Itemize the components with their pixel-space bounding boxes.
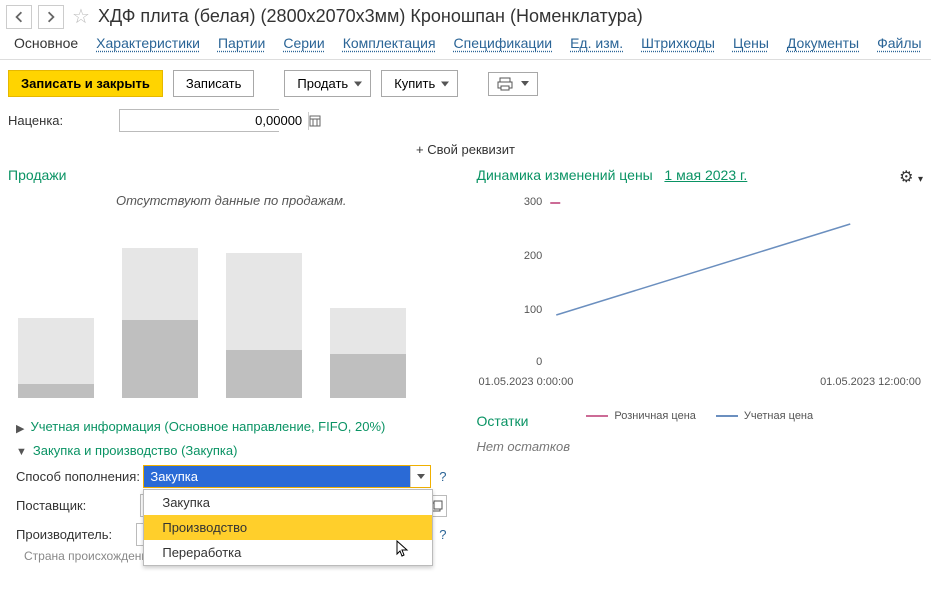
sell-button[interactable]: Продать bbox=[284, 70, 371, 97]
tab-units[interactable]: Ед. изм. bbox=[570, 35, 623, 51]
tab-kit[interactable]: Комплектация bbox=[343, 35, 436, 51]
legend-account: Учетная цена bbox=[744, 410, 813, 422]
tab-spec[interactable]: Спецификации bbox=[454, 35, 553, 51]
add-custom-field-link[interactable]: Свой реквизит bbox=[0, 136, 931, 163]
tab-prices[interactable]: Цены bbox=[733, 35, 769, 51]
markup-input[interactable] bbox=[120, 110, 308, 131]
svg-text:0: 0 bbox=[536, 356, 542, 368]
tabs-bar: Основное Характеристики Партии Серии Ком… bbox=[0, 35, 931, 60]
nav-back-button[interactable] bbox=[6, 5, 32, 29]
page-title: ХДФ плита (белая) (2800х2070х3мм) Кронош… bbox=[98, 6, 643, 27]
chevron-down-icon: ▼ bbox=[16, 446, 27, 458]
price-chart-title: Динамика изменений цены bbox=[477, 167, 653, 183]
svg-text:100: 100 bbox=[523, 304, 541, 316]
replenish-dropdown-list: Закупка Производство Переработка bbox=[143, 489, 433, 566]
printer-icon bbox=[497, 77, 513, 91]
price-chart-date-link[interactable]: 1 мая 2023 г. bbox=[664, 167, 747, 183]
tab-batches[interactable]: Партии bbox=[218, 35, 265, 51]
arrow-right-icon bbox=[45, 11, 57, 23]
chart-settings-button[interactable]: ⚙ ▾ bbox=[899, 167, 923, 187]
replenish-label: Способ пополнения: bbox=[16, 469, 143, 484]
buy-button[interactable]: Купить bbox=[381, 70, 458, 97]
legend-retail: Розничная цена bbox=[614, 410, 696, 422]
svg-text:300: 300 bbox=[523, 196, 541, 208]
sales-empty-text: Отсутствуют данные по продажам. bbox=[8, 193, 455, 208]
section-accounting[interactable]: ▶ Учетная информация (Основное направлен… bbox=[16, 415, 447, 439]
stock-empty-text: Нет остатков bbox=[477, 439, 924, 454]
chevron-right-icon: ▶ bbox=[16, 422, 24, 435]
manufacturer-help[interactable]: ? bbox=[439, 527, 446, 542]
calculator-icon[interactable] bbox=[308, 112, 321, 130]
tab-documents[interactable]: Документы bbox=[787, 35, 859, 51]
legend-retail-swatch bbox=[586, 415, 608, 417]
replenish-dropdown-button[interactable] bbox=[410, 466, 430, 487]
replenish-input[interactable] bbox=[144, 466, 410, 487]
manufacturer-label: Производитель: bbox=[16, 527, 136, 542]
favorite-star-icon[interactable]: ☆ bbox=[72, 4, 90, 29]
markup-label: Наценка: bbox=[8, 113, 63, 128]
tab-barcodes[interactable]: Штрихкоды bbox=[641, 35, 715, 51]
sales-bar-chart bbox=[8, 218, 455, 398]
supplier-label: Поставщик: bbox=[16, 498, 140, 513]
x-label-start: 01.05.2023 0:00:00 bbox=[479, 376, 574, 388]
tab-main[interactable]: Основное bbox=[14, 35, 78, 51]
save-button[interactable]: Записать bbox=[173, 70, 255, 97]
tab-characteristics[interactable]: Характеристики bbox=[96, 35, 200, 51]
svg-text:200: 200 bbox=[523, 250, 541, 262]
nav-forward-button[interactable] bbox=[38, 5, 64, 29]
sales-title: Продажи bbox=[8, 167, 455, 183]
markup-input-wrap bbox=[119, 109, 279, 132]
replenish-option-purchase[interactable]: Закупка bbox=[144, 490, 432, 515]
replenish-help[interactable]: ? bbox=[439, 469, 446, 484]
price-line-chart: 300 200 100 0 01.05.2023 0:00:00 01.05.2… bbox=[477, 193, 924, 403]
replenish-combo[interactable] bbox=[143, 465, 431, 488]
section-purchase[interactable]: ▼ Закупка и производство (Закупка) bbox=[16, 439, 447, 462]
arrow-left-icon bbox=[13, 11, 25, 23]
replenish-option-processing[interactable]: Переработка bbox=[144, 540, 432, 565]
print-button[interactable] bbox=[488, 72, 538, 96]
tab-files[interactable]: Файлы bbox=[877, 35, 921, 51]
replenish-option-production[interactable]: Производство bbox=[144, 515, 432, 540]
tab-series[interactable]: Серии bbox=[283, 35, 324, 51]
x-label-end: 01.05.2023 12:00:00 bbox=[820, 376, 921, 388]
save-close-button[interactable]: Записать и закрыть bbox=[8, 70, 163, 97]
legend-account-swatch bbox=[716, 415, 738, 417]
